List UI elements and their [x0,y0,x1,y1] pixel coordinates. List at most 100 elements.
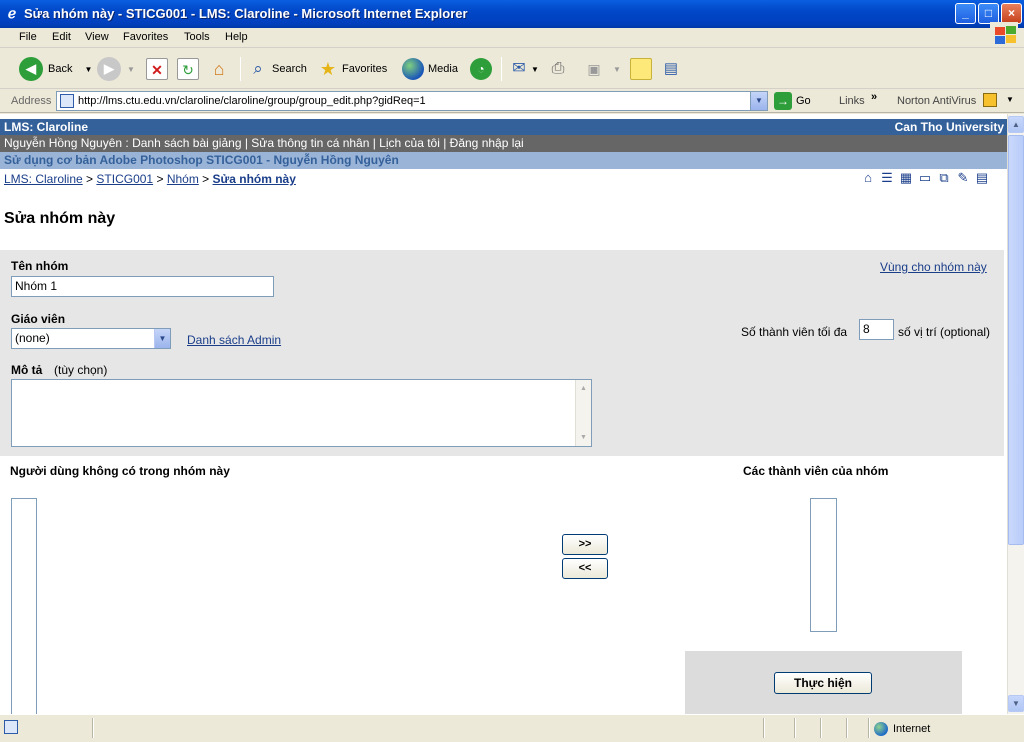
site-name[interactable]: LMS: Claroline [4,120,88,134]
user-nav-links[interactable]: Nguyễn Hồng Nguyên : Danh sách bài giảng… [4,136,524,150]
mail-icon: ✉ [512,60,526,77]
group-edit-form: Tên nhóm Nhóm 1 Vùng cho nhóm này Giáo v… [0,250,1004,456]
tutor-select[interactable]: (none) ▼ [11,328,171,349]
scroll-up-icon[interactable]: ▲ [1008,116,1024,133]
address-bar: Address http://lms.ctu.edu.vn/claroline/… [0,89,1024,113]
security-zone[interactable]: Internet [874,722,930,736]
star-icon: ★ [319,59,337,79]
notes-icon[interactable]: ▤ [974,170,990,186]
window-title: Sửa nhóm này - STICG001 - LMS: Claroline… [24,6,468,21]
max-members-input[interactable]: 8 [859,319,894,340]
scroll-thumb[interactable] [1008,135,1024,545]
breadcrumb-separator: > [156,172,164,186]
mail-dropdown-icon[interactable]: ▼ [531,65,539,74]
scroll-down-icon[interactable]: ▼ [576,430,591,445]
status-divider [868,718,870,738]
back-button[interactable]: ◀ Back ▼ [19,55,92,83]
home-icon[interactable]: ⌂ [860,170,876,186]
non-members-list[interactable] [11,498,37,714]
menu-help[interactable]: Help [225,31,248,43]
search-button[interactable]: ⌕ Search [247,55,307,83]
institution-name[interactable]: Can Tho University [895,120,1004,134]
menu-view[interactable]: View [85,31,109,43]
norton-icon[interactable] [983,93,997,107]
page-title: Sửa nhóm này [4,210,116,227]
group-name-input[interactable]: Nhóm 1 [11,276,274,297]
remove-member-button[interactable]: << [562,558,608,579]
add-member-button[interactable]: >> [562,534,608,555]
windows-logo-icon [990,22,1018,46]
menu-file[interactable]: File [19,31,37,43]
edit-icon: ▣ [587,61,601,77]
page-content: LMS: Claroline Can Tho University Nguyễn… [0,114,1007,714]
user-bar: Nguyễn Hồng Nguyên : Danh sách bài giảng… [0,135,1007,152]
go-button[interactable]: → Go [774,92,811,110]
go-arrow-icon: → [774,92,792,110]
status-divider [846,718,848,738]
research-button[interactable]: ▤ [660,55,682,83]
menu-bar: File Edit View Favorites Tools Help [0,28,1024,48]
non-members-label: Người dùng không có trong nhóm này [10,464,230,478]
menu-edit[interactable]: Edit [52,31,71,43]
forward-button[interactable]: ▶ ▼ [97,55,135,83]
description-textarea[interactable]: ▲ ▼ [11,379,592,447]
description-optional: (tùy chọn) [54,363,108,377]
stop-button[interactable]: ✕ [146,55,168,83]
print-button[interactable]: ⎙ [547,55,569,83]
page-scrollbar[interactable]: ▲ ▼ [1007,114,1024,714]
members-list[interactable] [810,498,837,632]
submit-button[interactable]: Thực hiện [774,672,872,694]
forward-dropdown-icon[interactable]: ▼ [127,65,135,74]
mail-button[interactable]: ✉ ▼ [508,55,539,83]
minimize-button[interactable]: _ [955,3,976,24]
scroll-up-icon[interactable]: ▲ [576,381,591,396]
history-button[interactable]: ◔ [470,55,492,83]
description-scrollbar[interactable]: ▲ ▼ [575,380,591,446]
favorites-button[interactable]: ★ Favorites [317,55,387,83]
course-title[interactable]: Sử dụng cơ bản Adobe Photoshop STICG001 … [4,153,399,167]
document-icon[interactable]: ▦ [898,170,914,186]
admin-list-link[interactable]: Danh sách Admin [187,333,281,347]
breadcrumb-current[interactable]: Sửa nhóm này [213,172,296,186]
address-url[interactable]: http://lms.ctu.edu.vn/claroline/clarolin… [78,95,426,107]
address-input[interactable]: http://lms.ctu.edu.vn/claroline/clarolin… [56,91,768,111]
edit-button[interactable]: ▣ ▼ [583,55,621,83]
standard-toolbar: ◀ Back ▼ ▶ ▼ ✕ ↻ ⌂ ⌕ Search ★ Favorites … [0,49,1024,89]
breadcrumb-course[interactable]: STICG001 [96,172,153,186]
norton-dropdown-icon[interactable]: ▼ [1006,95,1014,104]
links-button[interactable]: Links [839,95,865,107]
folder-icon[interactable]: ▭ [917,170,933,186]
chevron-down-icon[interactable]: ▼ [154,329,170,348]
research-icon: ▤ [663,60,679,77]
link-icon[interactable]: ✎ [955,170,971,186]
menu-tools[interactable]: Tools [184,31,210,43]
breadcrumb-groups[interactable]: Nhóm [167,172,199,186]
maximize-button[interactable]: □ [978,3,999,24]
norton-antivirus-button[interactable]: Norton AntiVirus [897,95,976,107]
search-label: Search [272,63,307,75]
back-dropdown-icon[interactable]: ▼ [84,65,92,74]
max-members-label: Số thành viên tối đa [741,325,848,339]
page-status-icon [4,720,18,734]
groups-icon[interactable]: ⧉ [936,170,952,186]
refresh-button[interactable]: ↻ [177,55,199,83]
status-divider [820,718,822,738]
scroll-down-icon[interactable]: ▼ [1008,695,1024,712]
edit-dropdown-icon[interactable]: ▼ [613,65,621,74]
group-area-link[interactable]: Vùng cho nhóm này [880,260,987,274]
course-bar: Sử dụng cơ bản Adobe Photoshop STICG001 … [0,152,1007,169]
links-chevron-icon[interactable]: » [871,91,877,103]
window-titlebar: ℯ Sửa nhóm này - STICG001 - LMS: Claroli… [0,0,1024,28]
media-button[interactable]: Media [402,55,458,83]
list-icon[interactable]: ☰ [879,170,895,186]
breadcrumb-separator: > [202,172,210,186]
breadcrumb-home[interactable]: LMS: Claroline [4,172,83,186]
home-button[interactable]: ⌂ [208,55,230,83]
course-tools: ⌂ ☰ ▦ ▭ ⧉ ✎ ▤ [860,170,990,186]
description-label: Mô tả [11,363,43,377]
address-label: Address [11,95,52,107]
menu-favorites[interactable]: Favorites [123,31,168,43]
address-dropdown-icon[interactable]: ▼ [750,92,767,110]
close-button[interactable]: × [1001,3,1022,24]
discuss-button[interactable] [630,55,652,83]
